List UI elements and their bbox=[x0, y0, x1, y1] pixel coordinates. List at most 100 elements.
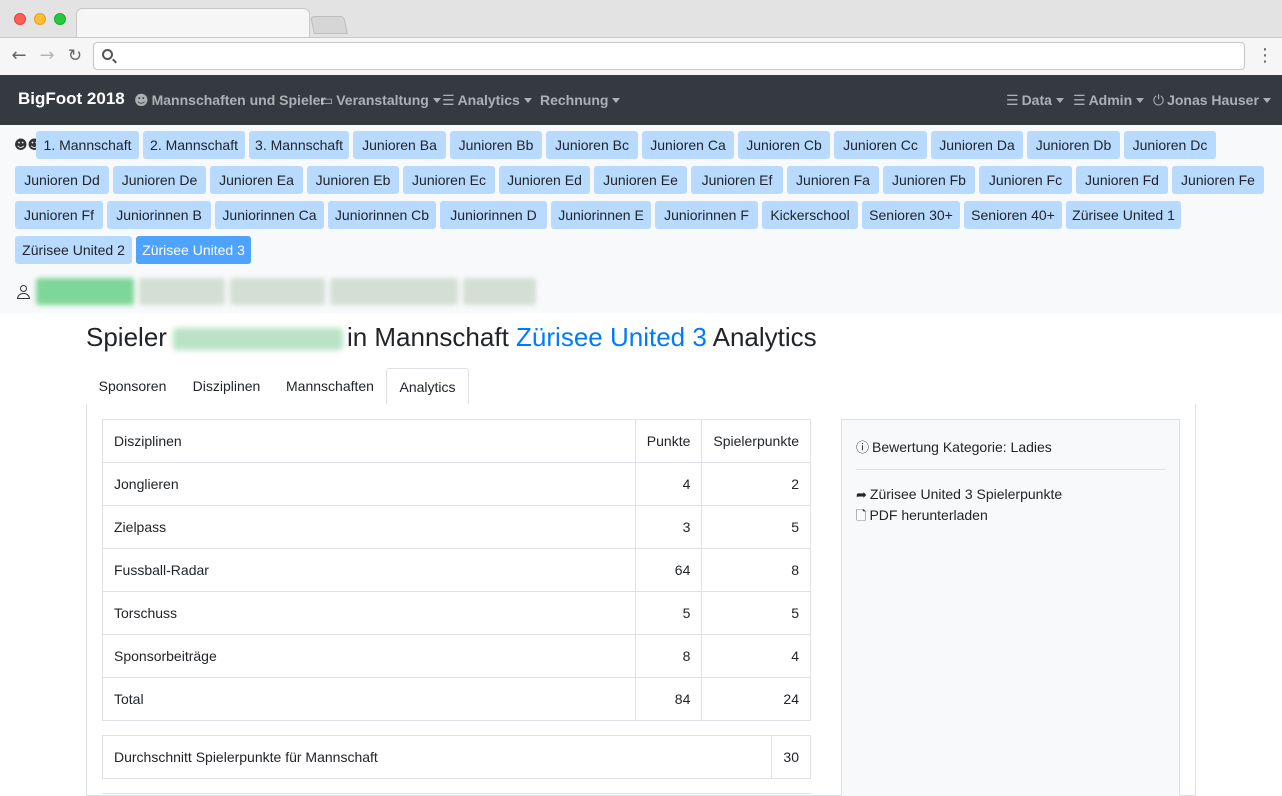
team-button[interactable]: Kickerschool bbox=[762, 201, 858, 229]
team-button[interactable]: Junioren Bc bbox=[546, 131, 638, 159]
team-button[interactable]: Juniorinnen D bbox=[440, 201, 547, 229]
column-header: Punkte bbox=[634, 419, 703, 463]
new-tab-button[interactable] bbox=[310, 16, 348, 34]
player-points-cell: 24 bbox=[701, 677, 811, 721]
reload-icon[interactable]: ↻ bbox=[64, 44, 86, 68]
player-points-link[interactable]: ➦ Zürisee United 3 Spielerpunkte bbox=[856, 486, 1062, 503]
team-button[interactable]: Zürisee United 1 bbox=[1066, 201, 1181, 229]
team-button[interactable]: Junioren Fa bbox=[787, 166, 879, 194]
nav-veranstaltung[interactable]: ▭ Veranstaltung bbox=[320, 92, 441, 109]
team-button[interactable]: Junioren Da bbox=[931, 131, 1023, 159]
discipline-cell: Fussball-Radar bbox=[102, 548, 636, 592]
team-button[interactable]: Zürisee United 2 bbox=[15, 236, 132, 264]
nav-admin[interactable]: ☰ Admin bbox=[1073, 92, 1145, 109]
player-button[interactable] bbox=[230, 278, 325, 305]
team-button[interactable]: Junioren Bb bbox=[450, 131, 542, 159]
team-button[interactable]: Senioren 40+ bbox=[964, 201, 1062, 229]
side-panel: ⓘ Bewertung Kategorie: Ladies ➦ Zürisee Un… bbox=[841, 419, 1180, 796]
address-bar[interactable] bbox=[93, 42, 1245, 70]
tab-analytics[interactable]: Analytics bbox=[386, 368, 469, 406]
team-button[interactable]: Junioren Cc bbox=[834, 131, 927, 159]
tab-sponsoren[interactable]: Sponsoren bbox=[86, 368, 179, 405]
team-button[interactable]: Junioren Ec bbox=[403, 166, 495, 194]
tab-mannschaften[interactable]: Mannschaften bbox=[274, 368, 386, 405]
nav-user[interactable]: ⏻ Jonas Hauser bbox=[1153, 92, 1271, 109]
back-arrow-icon[interactable]: ← bbox=[8, 44, 30, 68]
chevron-down-icon bbox=[1055, 97, 1064, 103]
team-button[interactable]: Junioren Cb bbox=[738, 131, 830, 159]
player-points-cell: 5 bbox=[701, 591, 811, 635]
chevron-down-icon bbox=[523, 97, 532, 103]
tab-bar: Sponsoren Disziplinen Mannschaften Analy… bbox=[86, 368, 1196, 406]
player-points-cell: 4 bbox=[701, 634, 811, 678]
team-button[interactable]: Junioren Fb bbox=[883, 166, 975, 194]
average-label: Durchschnitt Spielerpunkte für Mannschaf… bbox=[101, 735, 773, 779]
table-row: Torschuss 5 5 bbox=[102, 591, 811, 635]
team-button[interactable]: Junioren De bbox=[113, 166, 206, 194]
team-button[interactable]: Junioren Ca bbox=[642, 131, 734, 159]
discipline-cell: Jonglieren bbox=[102, 462, 636, 506]
team-button[interactable]: 2. Mannschaft bbox=[143, 131, 245, 159]
team-button[interactable]: Juniorinnen E bbox=[551, 201, 651, 229]
menu-icon: ☰ bbox=[1006, 93, 1019, 109]
team-button[interactable]: Junioren Ee bbox=[594, 166, 687, 194]
team-button[interactable]: Junioren Dc bbox=[1124, 131, 1216, 159]
brand[interactable]: BigFoot 2018 bbox=[18, 89, 125, 109]
team-button[interactable]: Junioren Fd bbox=[1076, 166, 1168, 194]
team-button[interactable]: Junioren Fe bbox=[1172, 166, 1264, 194]
browser-chrome: ← → ↻ ⋮ bbox=[0, 0, 1282, 75]
pdf-download-link[interactable]: 🗋 PDF herunterladen bbox=[856, 507, 988, 529]
chevron-down-icon bbox=[1136, 97, 1145, 103]
points-cell: 8 bbox=[634, 634, 703, 678]
nav-veranstaltung-label: Veranstaltung bbox=[336, 92, 429, 108]
browser-toolbar: ← → ↻ ⋮ bbox=[0, 37, 1282, 75]
team-button[interactable]: Junioren Ba bbox=[353, 131, 446, 159]
discipline-cell: Sponsorbeiträge bbox=[102, 634, 636, 678]
teams-icon: ☻ bbox=[134, 93, 149, 109]
team-button[interactable]: Juniorinnen B bbox=[107, 201, 211, 229]
browser-menu-icon[interactable]: ⋮ bbox=[1256, 44, 1274, 68]
page-title-middle: in Mannschaft bbox=[346, 322, 509, 352]
team-button[interactable]: Junioren Ff bbox=[15, 201, 103, 229]
points-cell: 5 bbox=[634, 591, 703, 635]
minimize-window-icon[interactable] bbox=[34, 13, 46, 25]
team-button[interactable]: Junioren Ef bbox=[691, 166, 783, 194]
team-button[interactable]: Senioren 30+ bbox=[862, 201, 960, 229]
team-button[interactable]: Junioren Ed bbox=[499, 166, 590, 194]
team-button[interactable]: Junioren Dd bbox=[15, 166, 109, 194]
player-name-redacted bbox=[172, 328, 343, 351]
player-button-active[interactable] bbox=[36, 278, 134, 305]
close-window-icon[interactable] bbox=[14, 13, 26, 25]
player-button[interactable] bbox=[463, 278, 536, 305]
team-button[interactable]: Junioren Fc bbox=[979, 166, 1072, 194]
table-total-row: Total 84 24 bbox=[102, 677, 811, 721]
team-button[interactable]: Junioren Eb bbox=[307, 166, 399, 194]
nav-mannschaften[interactable]: ☻ Mannschaften und Spieler bbox=[134, 92, 326, 109]
team-button[interactable]: 3. Mannschaft bbox=[249, 131, 349, 159]
forward-arrow-icon[interactable]: → bbox=[36, 44, 58, 68]
nav-mannschaften-label: Mannschaften und Spieler bbox=[151, 92, 326, 108]
discipline-cell: Total bbox=[102, 677, 636, 721]
team-link[interactable]: Zürisee United 3 bbox=[516, 322, 707, 352]
page-title-prefix: Spieler bbox=[86, 322, 167, 352]
nav-analytics[interactable]: ☰ Analytics bbox=[442, 92, 532, 109]
team-button[interactable]: Juniorinnen Ca bbox=[215, 201, 324, 229]
browser-tab[interactable] bbox=[76, 8, 310, 38]
nav-rechnung[interactable]: Rechnung bbox=[540, 92, 621, 108]
menu-icon: ☰ bbox=[1073, 93, 1086, 109]
team-button[interactable]: Juniorinnen F bbox=[655, 201, 758, 229]
page-title: Spieler in Mannschaft Zürisee United 3 An… bbox=[86, 322, 817, 353]
player-button[interactable] bbox=[330, 278, 458, 305]
team-button[interactable]: Junioren Ea bbox=[210, 166, 303, 194]
nav-data[interactable]: ☰ Data bbox=[1006, 92, 1064, 109]
team-button[interactable]: Junioren Db bbox=[1027, 131, 1120, 159]
side-title-text: Bewertung Kategorie: Ladies bbox=[872, 439, 1052, 455]
tab-disziplinen[interactable]: Disziplinen bbox=[179, 368, 274, 405]
player-button[interactable] bbox=[139, 278, 225, 305]
team-button[interactable]: Juniorinnen Cb bbox=[328, 201, 436, 229]
team-button[interactable]: 1. Mannschaft bbox=[36, 131, 139, 159]
team-button[interactable]: Zürisee United 3 bbox=[136, 236, 251, 264]
maximize-window-icon[interactable] bbox=[54, 13, 66, 25]
discipline-cell: Zielpass bbox=[102, 505, 636, 549]
user-icon bbox=[16, 285, 30, 299]
